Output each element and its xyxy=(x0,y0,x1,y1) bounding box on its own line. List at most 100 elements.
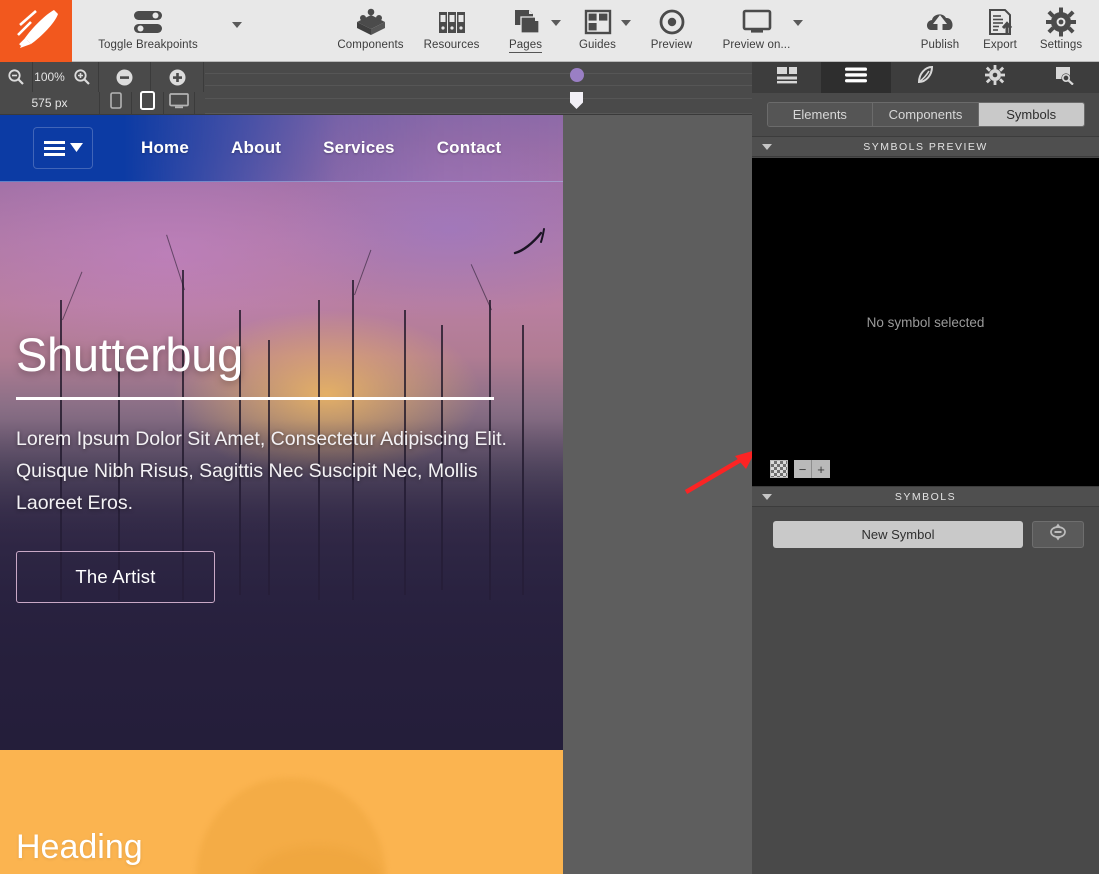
hero-cta-button[interactable]: The Artist xyxy=(16,550,215,603)
zoom-level-value: 100% xyxy=(34,70,65,84)
hero-divider-rule xyxy=(16,397,494,401)
zoom-in-magnifier-icon xyxy=(73,68,91,86)
panel-tab-styles[interactable] xyxy=(891,62,960,93)
preview-tools: − + xyxy=(770,460,830,478)
symbols-section-header[interactable]: SYMBOLS xyxy=(752,486,1099,507)
toolbar-publish[interactable]: Publish xyxy=(909,0,971,61)
bird-silhouette-icon xyxy=(513,227,555,262)
panel-tab-bar xyxy=(752,62,1099,93)
chevron-down-icon[interactable] xyxy=(620,20,631,26)
panel-tab-settings[interactable] xyxy=(960,62,1029,93)
page-navigation-bar: Home About Services Contact xyxy=(0,115,563,182)
publish-cloud-icon xyxy=(923,6,957,38)
page-nav-hamburger-button[interactable] xyxy=(33,127,93,169)
panel-tab-layout[interactable] xyxy=(752,62,821,93)
toolbar-item-label: Publish xyxy=(920,39,960,51)
symbols-body: New Symbol xyxy=(752,508,1099,874)
main-toolbar: Toggle Breakpoints Components Resources … xyxy=(0,0,1099,62)
preview-zoom-in-button[interactable]: + xyxy=(812,460,830,478)
hero-subtitle: Lorem Ipsum Dolor Sit Amet, Consectetur … xyxy=(16,428,507,514)
breakpoint-width-label: 575 px xyxy=(31,96,68,110)
toolbar-resources[interactable]: Resources xyxy=(413,0,491,61)
segment-elements[interactable]: Elements xyxy=(767,103,874,126)
hero-section: Home About Services Contact Shutterbug L… xyxy=(0,115,563,750)
device-desktop-icon xyxy=(169,92,189,114)
toolbar-pages[interactable]: Pages xyxy=(491,0,561,61)
zoom-level-display[interactable]: 100% xyxy=(33,62,66,92)
device-desktop-button[interactable] xyxy=(163,91,195,115)
preview-zoom-controls: − + xyxy=(794,460,830,478)
disclosure-triangle-icon[interactable] xyxy=(762,144,772,150)
symbols-preview-section-header[interactable]: SYMBOLS PREVIEW xyxy=(752,136,1099,157)
page-preview-frame[interactable]: Home About Services Contact Shutterbug L… xyxy=(0,115,563,874)
page-nav-links: Home About Services Contact xyxy=(141,138,501,158)
export-document-icon xyxy=(985,6,1015,38)
settings-gear-icon xyxy=(984,65,1005,90)
hamburger-menu-icon xyxy=(43,140,65,156)
zoom-out-magnifier-icon xyxy=(7,68,25,86)
nav-link-services[interactable]: Services xyxy=(323,138,395,158)
toggle-breakpoints-icon xyxy=(126,6,170,38)
chevron-down-icon[interactable] xyxy=(792,20,803,26)
segment-symbols[interactable]: Symbols xyxy=(978,103,1084,126)
toolbar-export[interactable]: Export xyxy=(971,0,1029,61)
link-symbol-button[interactable] xyxy=(1032,521,1084,548)
settings-gear-icon xyxy=(1045,6,1077,38)
styles-pen-icon xyxy=(916,65,936,90)
toolbar-item-label: Components xyxy=(337,39,404,51)
nav-link-about[interactable]: About xyxy=(231,138,281,158)
panel-segmented-row: Elements Components Symbols xyxy=(752,93,1099,136)
library-list-icon xyxy=(845,67,868,88)
chevron-down-icon[interactable] xyxy=(550,20,561,26)
section-title: SYMBOLS PREVIEW xyxy=(863,140,988,153)
device-tablet-icon xyxy=(140,91,155,115)
toolbar-preview-on[interactable]: Preview on... xyxy=(709,0,805,61)
breakpoint-add-button[interactable] xyxy=(151,62,204,92)
toolbar-preview[interactable]: Preview xyxy=(635,0,709,61)
link-symbol-icon xyxy=(1047,522,1069,547)
toolbar-item-label: Pages xyxy=(508,39,543,53)
nav-link-contact[interactable]: Contact xyxy=(437,138,502,158)
zoom-in-button[interactable] xyxy=(66,62,99,92)
toolbar-item-label: Preview xyxy=(650,39,693,51)
no-symbol-selected-message: No symbol selected xyxy=(866,314,985,330)
right-inspector-panel: Elements Components Symbols SYMBOLS PREV… xyxy=(752,62,1099,874)
orange-section-heading: Heading xyxy=(16,828,143,866)
chevron-down-icon xyxy=(69,139,83,157)
segment-components[interactable]: Components xyxy=(873,103,979,126)
panel-tab-library[interactable] xyxy=(821,62,891,93)
toolbar-toggle-breakpoints[interactable]: Toggle Breakpoints xyxy=(72,0,242,61)
toolbar-item-label: Toggle Breakpoints xyxy=(98,39,198,51)
hero-content: Shutterbug Lorem Ipsum Dolor Sit Amet, C… xyxy=(16,330,546,603)
canvas-area[interactable]: Home About Services Contact Shutterbug L… xyxy=(0,115,752,874)
layout-panel-icon xyxy=(776,66,798,89)
chevron-down-icon[interactable] xyxy=(232,22,242,28)
breakpoint-marker-dot[interactable] xyxy=(570,68,584,82)
toolbar-item-label: Resources xyxy=(423,39,480,51)
toolbar-settings[interactable]: Settings xyxy=(1029,0,1093,61)
device-phone-button[interactable] xyxy=(99,91,131,115)
device-tablet-button[interactable] xyxy=(131,91,163,115)
components-icon xyxy=(354,6,388,38)
plus-circle-icon xyxy=(168,68,187,87)
toolbar-components[interactable]: Components xyxy=(329,0,413,61)
guides-icon xyxy=(583,6,613,38)
transparency-checker-toggle[interactable] xyxy=(770,460,788,478)
app-logo xyxy=(0,0,72,62)
hero-title: Shutterbug xyxy=(16,328,243,381)
orange-section: Heading xyxy=(0,750,563,874)
preview-on-monitor-icon xyxy=(740,6,774,38)
pages-icon xyxy=(510,6,542,38)
toolbar-guides[interactable]: Guides xyxy=(561,0,635,61)
nav-link-home[interactable]: Home xyxy=(141,138,189,158)
new-symbol-button[interactable]: New Symbol xyxy=(773,521,1023,548)
breakpoint-remove-button[interactable] xyxy=(99,62,151,92)
zoom-out-button[interactable] xyxy=(0,62,33,92)
symbols-preview-body[interactable]: No symbol selected − + xyxy=(752,158,1099,486)
panel-tab-inspect[interactable] xyxy=(1030,62,1099,93)
preview-zoom-out-button[interactable]: − xyxy=(794,460,812,478)
preview-eye-icon xyxy=(657,6,687,38)
disclosure-triangle-icon[interactable] xyxy=(762,494,772,500)
app-window: Toggle Breakpoints Components Resources … xyxy=(0,0,1099,874)
toolbar-item-label: Preview on... xyxy=(722,39,791,51)
